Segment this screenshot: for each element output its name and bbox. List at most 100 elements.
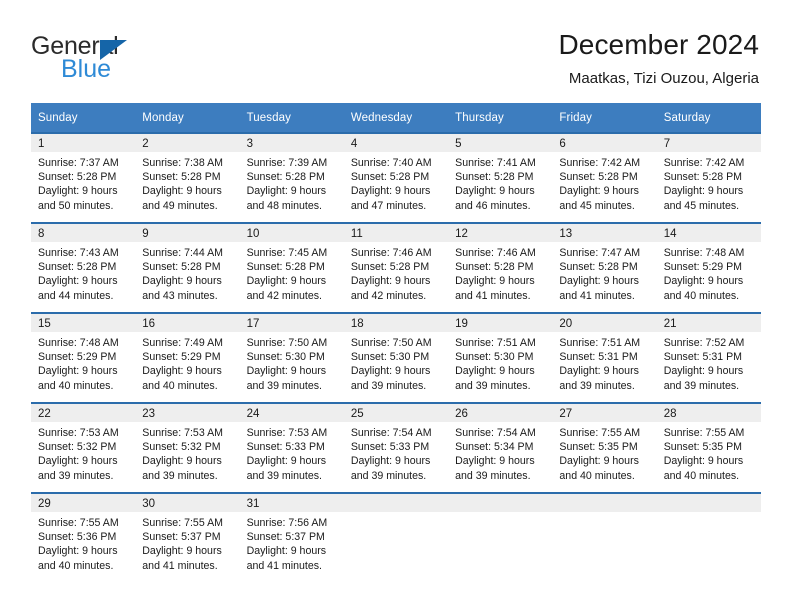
day-details: Sunrise: 7:46 AM Sunset: 5:28 PM Dayligh… <box>448 242 552 303</box>
day-cell[interactable]: 27 Sunrise: 7:55 AM Sunset: 5:35 PM Dayl… <box>552 402 657 493</box>
day-details: Sunrise: 7:56 AM Sunset: 5:37 PM Dayligh… <box>240 512 344 573</box>
sunset-text: Sunset: 5:28 PM <box>455 171 534 184</box>
daylight-text-line2: and 39 minutes. <box>142 469 218 482</box>
daylight-text-line2: and 40 minutes. <box>559 469 635 482</box>
day-number: 13 <box>552 224 657 242</box>
day-number: 14 <box>656 224 761 242</box>
day-cell[interactable]: 5 Sunrise: 7:41 AM Sunset: 5:28 PM Dayli… <box>448 132 553 223</box>
day-cell[interactable]: 30 Sunrise: 7:55 AM Sunset: 5:37 PM Dayl… <box>135 492 240 582</box>
sunset-text: Sunset: 5:37 PM <box>246 531 325 544</box>
daylight-text-line2: and 39 minutes. <box>455 469 531 482</box>
day-details: Sunrise: 7:38 AM Sunset: 5:28 PM Dayligh… <box>135 152 239 213</box>
day-details: Sunrise: 7:37 AM Sunset: 5:28 PM Dayligh… <box>31 152 135 213</box>
day-cell[interactable]: 18 Sunrise: 7:50 AM Sunset: 5:30 PM Dayl… <box>343 312 449 403</box>
daylight-text-line2: and 39 minutes. <box>350 469 427 482</box>
logo-text-blue: Blue <box>61 55 112 83</box>
day-cell[interactable]: 1 Sunrise: 7:37 AM Sunset: 5:28 PM Dayli… <box>31 132 136 223</box>
sunset-text: Sunset: 5:32 PM <box>142 441 221 454</box>
weekday-header-thursday: Thursday <box>448 103 553 133</box>
day-number: 30 <box>135 494 240 512</box>
weekday-header-wednesday: Wednesday <box>343 103 449 133</box>
daylight-text-line1: Daylight: 9 hours <box>559 455 639 468</box>
day-number <box>448 494 553 512</box>
sunrise-text: Sunrise: 7:55 AM <box>38 517 119 529</box>
daylight-text-line2: and 39 minutes. <box>559 379 635 392</box>
day-cell[interactable]: 7 Sunrise: 7:42 AM Sunset: 5:28 PM Dayli… <box>656 132 761 223</box>
sunset-text: Sunset: 5:28 PM <box>246 261 325 274</box>
day-cell[interactable]: 21 Sunrise: 7:52 AM Sunset: 5:31 PM Dayl… <box>656 312 761 403</box>
sunset-text: Sunset: 5:30 PM <box>246 351 325 364</box>
sunrise-text: Sunrise: 7:54 AM <box>455 427 536 439</box>
calendar-table: Sunday Monday Tuesday Wednesday Thursday… <box>31 103 761 582</box>
day-details: Sunrise: 7:48 AM Sunset: 5:29 PM Dayligh… <box>657 242 761 303</box>
day-number: 27 <box>552 404 657 422</box>
day-cell[interactable]: 14 Sunrise: 7:48 AM Sunset: 5:29 PM Dayl… <box>656 222 761 313</box>
day-number: 17 <box>239 314 344 332</box>
day-cell[interactable]: 28 Sunrise: 7:55 AM Sunset: 5:35 PM Dayl… <box>656 402 761 493</box>
sunrise-text: Sunrise: 7:50 AM <box>350 337 432 349</box>
day-details: Sunrise: 7:53 AM Sunset: 5:32 PM Dayligh… <box>135 422 239 483</box>
sunrise-text: Sunrise: 7:53 AM <box>142 427 223 439</box>
day-details: Sunrise: 7:54 AM Sunset: 5:33 PM Dayligh… <box>344 422 448 483</box>
day-cell[interactable]: 2 Sunrise: 7:38 AM Sunset: 5:28 PM Dayli… <box>135 132 240 223</box>
sunrise-text: Sunrise: 7:43 AM <box>38 247 119 259</box>
day-cell[interactable]: 20 Sunrise: 7:51 AM Sunset: 5:31 PM Dayl… <box>552 312 657 403</box>
day-cell[interactable]: 25 Sunrise: 7:54 AM Sunset: 5:33 PM Dayl… <box>343 402 449 493</box>
day-cell[interactable]: 10 Sunrise: 7:45 AM Sunset: 5:28 PM Dayl… <box>239 222 344 313</box>
sunrise-text: Sunrise: 7:54 AM <box>350 427 432 439</box>
sunrise-text: Sunrise: 7:55 AM <box>142 517 223 529</box>
daylight-text-line1: Daylight: 9 hours <box>455 455 535 468</box>
day-cell[interactable]: 16 Sunrise: 7:49 AM Sunset: 5:29 PM Dayl… <box>135 312 240 403</box>
day-cell[interactable]: 11 Sunrise: 7:46 AM Sunset: 5:28 PM Dayl… <box>343 222 449 313</box>
day-cell[interactable]: 6 Sunrise: 7:42 AM Sunset: 5:28 PM Dayli… <box>552 132 657 223</box>
day-cell[interactable]: 12 Sunrise: 7:46 AM Sunset: 5:28 PM Dayl… <box>448 222 553 313</box>
daylight-text-line1: Daylight: 9 hours <box>350 185 431 198</box>
day-cell[interactable]: 29 Sunrise: 7:55 AM Sunset: 5:36 PM Dayl… <box>31 492 136 582</box>
day-cell[interactable]: 24 Sunrise: 7:53 AM Sunset: 5:33 PM Dayl… <box>239 402 344 493</box>
sunrise-text: Sunrise: 7:48 AM <box>38 337 119 349</box>
sunset-text: Sunset: 5:37 PM <box>142 531 221 544</box>
day-number: 22 <box>31 404 136 422</box>
day-cell[interactable]: 19 Sunrise: 7:51 AM Sunset: 5:30 PM Dayl… <box>448 312 553 403</box>
day-cell[interactable]: 15 Sunrise: 7:48 AM Sunset: 5:29 PM Dayl… <box>31 312 136 403</box>
daylight-text-line1: Daylight: 9 hours <box>246 455 327 468</box>
day-cell[interactable]: 3 Sunrise: 7:39 AM Sunset: 5:28 PM Dayli… <box>239 132 344 223</box>
sunrise-text: Sunrise: 7:56 AM <box>246 517 328 529</box>
day-details: Sunrise: 7:42 AM Sunset: 5:28 PM Dayligh… <box>657 152 761 213</box>
daylight-text-line1: Daylight: 9 hours <box>455 365 535 378</box>
day-number: 24 <box>239 404 344 422</box>
daylight-text-line2: and 42 minutes. <box>246 289 322 302</box>
daylight-text-line2: and 49 minutes. <box>142 199 218 212</box>
day-details: Sunrise: 7:54 AM Sunset: 5:34 PM Dayligh… <box>448 422 552 483</box>
day-details: Sunrise: 7:55 AM Sunset: 5:35 PM Dayligh… <box>657 422 761 483</box>
day-cell[interactable]: 23 Sunrise: 7:53 AM Sunset: 5:32 PM Dayl… <box>135 402 240 493</box>
daylight-text-line1: Daylight: 9 hours <box>663 455 744 468</box>
sunrise-text: Sunrise: 7:41 AM <box>455 157 536 169</box>
calendar-page: General Blue December 2024 Maatkas, Tizi… <box>0 0 792 612</box>
daylight-text-line2: and 41 minutes. <box>559 289 635 302</box>
day-cell[interactable]: 4 Sunrise: 7:40 AM Sunset: 5:28 PM Dayli… <box>343 132 449 223</box>
day-cell[interactable]: 17 Sunrise: 7:50 AM Sunset: 5:30 PM Dayl… <box>239 312 344 403</box>
daylight-text-line1: Daylight: 9 hours <box>142 185 222 198</box>
daylight-text-line1: Daylight: 9 hours <box>38 455 118 468</box>
daylight-text-line1: Daylight: 9 hours <box>350 365 431 378</box>
daylight-text-line2: and 40 minutes. <box>663 289 740 302</box>
calendar-header-row: Sunday Monday Tuesday Wednesday Thursday… <box>31 103 761 133</box>
calendar-week-row: 15 Sunrise: 7:48 AM Sunset: 5:29 PM Dayl… <box>31 312 761 403</box>
day-cell[interactable]: 22 Sunrise: 7:53 AM Sunset: 5:32 PM Dayl… <box>31 402 136 493</box>
daylight-text-line1: Daylight: 9 hours <box>663 185 744 198</box>
sunrise-text: Sunrise: 7:44 AM <box>142 247 223 259</box>
day-cell[interactable]: 26 Sunrise: 7:54 AM Sunset: 5:34 PM Dayl… <box>448 402 553 493</box>
day-details: Sunrise: 7:50 AM Sunset: 5:30 PM Dayligh… <box>240 332 344 393</box>
day-number: 15 <box>31 314 136 332</box>
day-cell[interactable]: 13 Sunrise: 7:47 AM Sunset: 5:28 PM Dayl… <box>552 222 657 313</box>
day-details: Sunrise: 7:51 AM Sunset: 5:30 PM Dayligh… <box>448 332 552 393</box>
day-cell[interactable]: 8 Sunrise: 7:43 AM Sunset: 5:28 PM Dayli… <box>31 222 136 313</box>
day-details: Sunrise: 7:52 AM Sunset: 5:31 PM Dayligh… <box>657 332 761 393</box>
day-cell[interactable]: 9 Sunrise: 7:44 AM Sunset: 5:28 PM Dayli… <box>135 222 240 313</box>
weekday-header-monday: Monday <box>135 103 240 133</box>
daylight-text-line1: Daylight: 9 hours <box>663 275 744 288</box>
daylight-text-line2: and 39 minutes. <box>38 469 114 482</box>
day-number: 29 <box>31 494 136 512</box>
day-cell[interactable]: 31 Sunrise: 7:56 AM Sunset: 5:37 PM Dayl… <box>239 492 344 582</box>
